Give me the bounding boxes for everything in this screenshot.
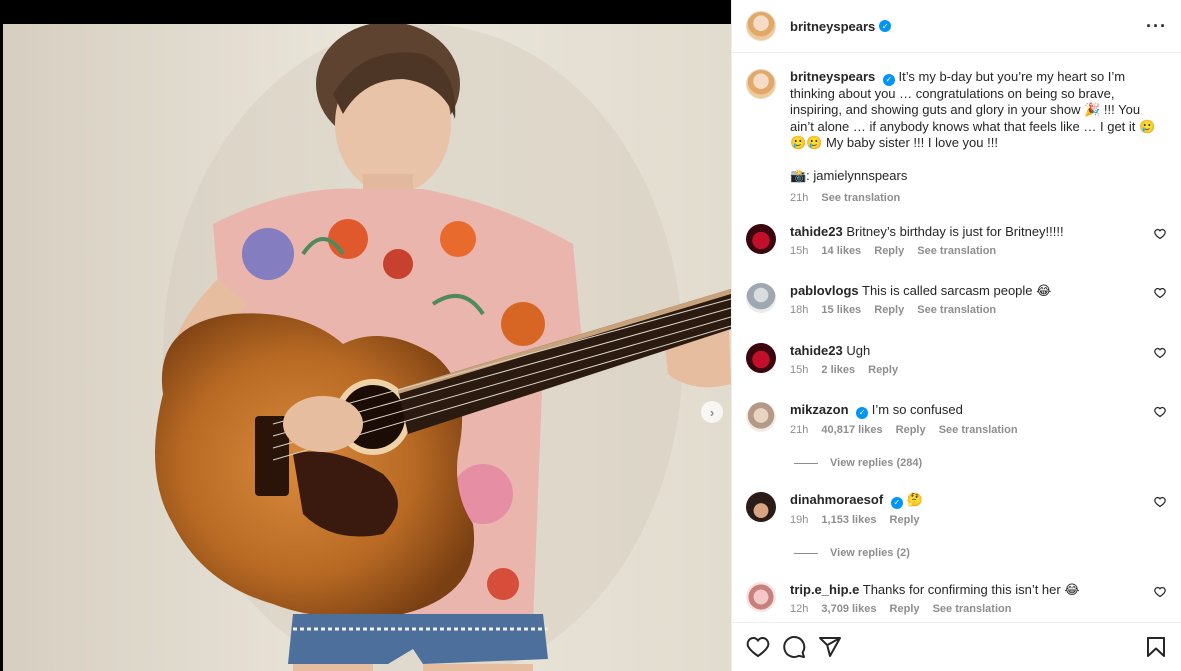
see-translation-link[interactable]: See translation bbox=[917, 245, 996, 257]
comment-username[interactable]: tahide23 bbox=[790, 224, 843, 239]
reply-button[interactable]: Reply bbox=[868, 364, 898, 376]
see-translation-link[interactable]: See translation bbox=[939, 424, 1018, 436]
comment-text: Ugh bbox=[846, 343, 871, 358]
comment-text: Britney’s birthday is just for Britney!!… bbox=[846, 224, 1064, 239]
reply-button[interactable]: Reply bbox=[874, 245, 904, 257]
comment-username[interactable]: mikzazon bbox=[790, 402, 849, 417]
more-horizontal-icon[interactable]: ··· bbox=[1146, 16, 1167, 37]
comment-username[interactable]: tahide23 bbox=[790, 343, 843, 358]
see-translation-link[interactable]: See translation bbox=[933, 603, 1012, 615]
avatar[interactable] bbox=[746, 283, 776, 313]
post-side-panel: britneyspears ✓ ··· britneyspears ✓ It’s… bbox=[731, 0, 1181, 671]
media-top-bar bbox=[0, 0, 731, 24]
avatar[interactable] bbox=[746, 582, 776, 612]
post-author-username[interactable]: britneyspears bbox=[790, 19, 875, 34]
heart-icon[interactable] bbox=[1154, 586, 1166, 598]
see-translation-link[interactable]: See translation bbox=[821, 192, 900, 204]
see-translation-link[interactable]: See translation bbox=[917, 304, 996, 316]
comment-time: 21h bbox=[790, 424, 809, 436]
caption-time: 21h bbox=[790, 191, 809, 204]
comment-username[interactable]: pablovlogs bbox=[790, 283, 859, 298]
verified-badge-icon: ✓ bbox=[882, 74, 895, 87]
post-caption: britneyspears ✓ It’s my b-day but you’re… bbox=[746, 69, 1166, 206]
caption-credit: 📸: jamielynnspears bbox=[790, 168, 908, 184]
send-icon[interactable] bbox=[818, 635, 842, 659]
comment-time: 19h bbox=[790, 514, 809, 526]
verified-badge-icon: ✓ bbox=[879, 20, 892, 32]
comment-likes[interactable]: 15 likes bbox=[821, 304, 861, 316]
verified-badge-icon: ✓ bbox=[856, 407, 869, 419]
post-media[interactable]: › bbox=[0, 0, 731, 671]
comment-likes[interactable]: 1,153 likes bbox=[821, 514, 876, 526]
avatar[interactable] bbox=[746, 11, 776, 41]
comment-time: 12h bbox=[790, 603, 809, 615]
verified-badge-icon: ✓ bbox=[890, 497, 903, 509]
bookmark-icon[interactable] bbox=[1144, 635, 1168, 659]
reply-button[interactable]: Reply bbox=[896, 424, 926, 436]
comment-likes[interactable]: 2 likes bbox=[821, 364, 855, 376]
post-header: britneyspears ✓ ··· bbox=[732, 0, 1181, 53]
divider bbox=[794, 552, 818, 554]
divider bbox=[794, 462, 818, 464]
comment-text: This is called sarcasm people 😂 bbox=[862, 283, 1052, 298]
view-replies-label[interactable]: View replies (2) bbox=[830, 547, 910, 559]
heart-icon[interactable] bbox=[1154, 347, 1166, 359]
comment-item: tahide23 Britney’s birthday is just for … bbox=[746, 224, 1166, 257]
comment-likes[interactable]: 14 likes bbox=[821, 245, 861, 257]
comment-username[interactable]: trip.e_hip.e bbox=[790, 582, 859, 597]
view-replies-button[interactable]: View replies (284) bbox=[794, 457, 922, 469]
reply-button[interactable]: Reply bbox=[874, 304, 904, 316]
comment-item: trip.e_hip.e Thanks for confirming this … bbox=[746, 582, 1166, 615]
heart-icon[interactable] bbox=[746, 635, 770, 659]
reply-button[interactable]: Reply bbox=[890, 514, 920, 526]
avatar[interactable] bbox=[746, 402, 776, 432]
comment-time: 15h bbox=[790, 245, 809, 257]
comment-likes[interactable]: 3,709 likes bbox=[821, 603, 876, 615]
comment-time: 15h bbox=[790, 364, 809, 376]
heart-icon[interactable] bbox=[1154, 287, 1166, 299]
caption-username[interactable]: britneyspears bbox=[790, 69, 875, 84]
post-action-bar bbox=[732, 622, 1181, 671]
view-replies-button[interactable]: View replies (2) bbox=[794, 547, 910, 559]
next-image-button[interactable]: › bbox=[701, 401, 723, 423]
post-photo[interactable]: › bbox=[3, 24, 731, 671]
comment-item: dinahmoraesof ✓ 🤔 19h 1,153 likes Reply bbox=[746, 492, 1166, 526]
comment-item: tahide23 Ugh 15h 2 likes Reply bbox=[746, 343, 1166, 376]
comment-time: 18h bbox=[790, 304, 809, 316]
caption-meta: 21h See translation bbox=[790, 190, 1160, 206]
chevron-right-icon: › bbox=[709, 404, 715, 420]
comment-likes[interactable]: 40,817 likes bbox=[821, 424, 882, 436]
comment-text: 🤔 bbox=[906, 492, 923, 507]
reply-button[interactable]: Reply bbox=[890, 603, 920, 615]
comment-username[interactable]: dinahmoraesof bbox=[790, 492, 883, 507]
avatar[interactable] bbox=[746, 492, 776, 522]
heart-icon[interactable] bbox=[1154, 228, 1166, 240]
comment-text: Thanks for confirming this isn’t her 😂 bbox=[862, 582, 1080, 597]
view-replies-label[interactable]: View replies (284) bbox=[830, 457, 922, 469]
comment-text: I’m so confused bbox=[871, 402, 963, 417]
comment-item: mikzazon ✓ I’m so confused 21h 40,817 li… bbox=[746, 402, 1166, 436]
photo-illustration bbox=[3, 24, 731, 671]
heart-icon[interactable] bbox=[1154, 406, 1166, 418]
heart-icon[interactable] bbox=[1154, 496, 1166, 508]
avatar[interactable] bbox=[746, 343, 776, 373]
avatar[interactable] bbox=[746, 69, 776, 99]
comment-icon[interactable] bbox=[782, 635, 806, 659]
avatar[interactable] bbox=[746, 224, 776, 254]
comment-item: pablovlogs This is called sarcasm people… bbox=[746, 283, 1166, 316]
